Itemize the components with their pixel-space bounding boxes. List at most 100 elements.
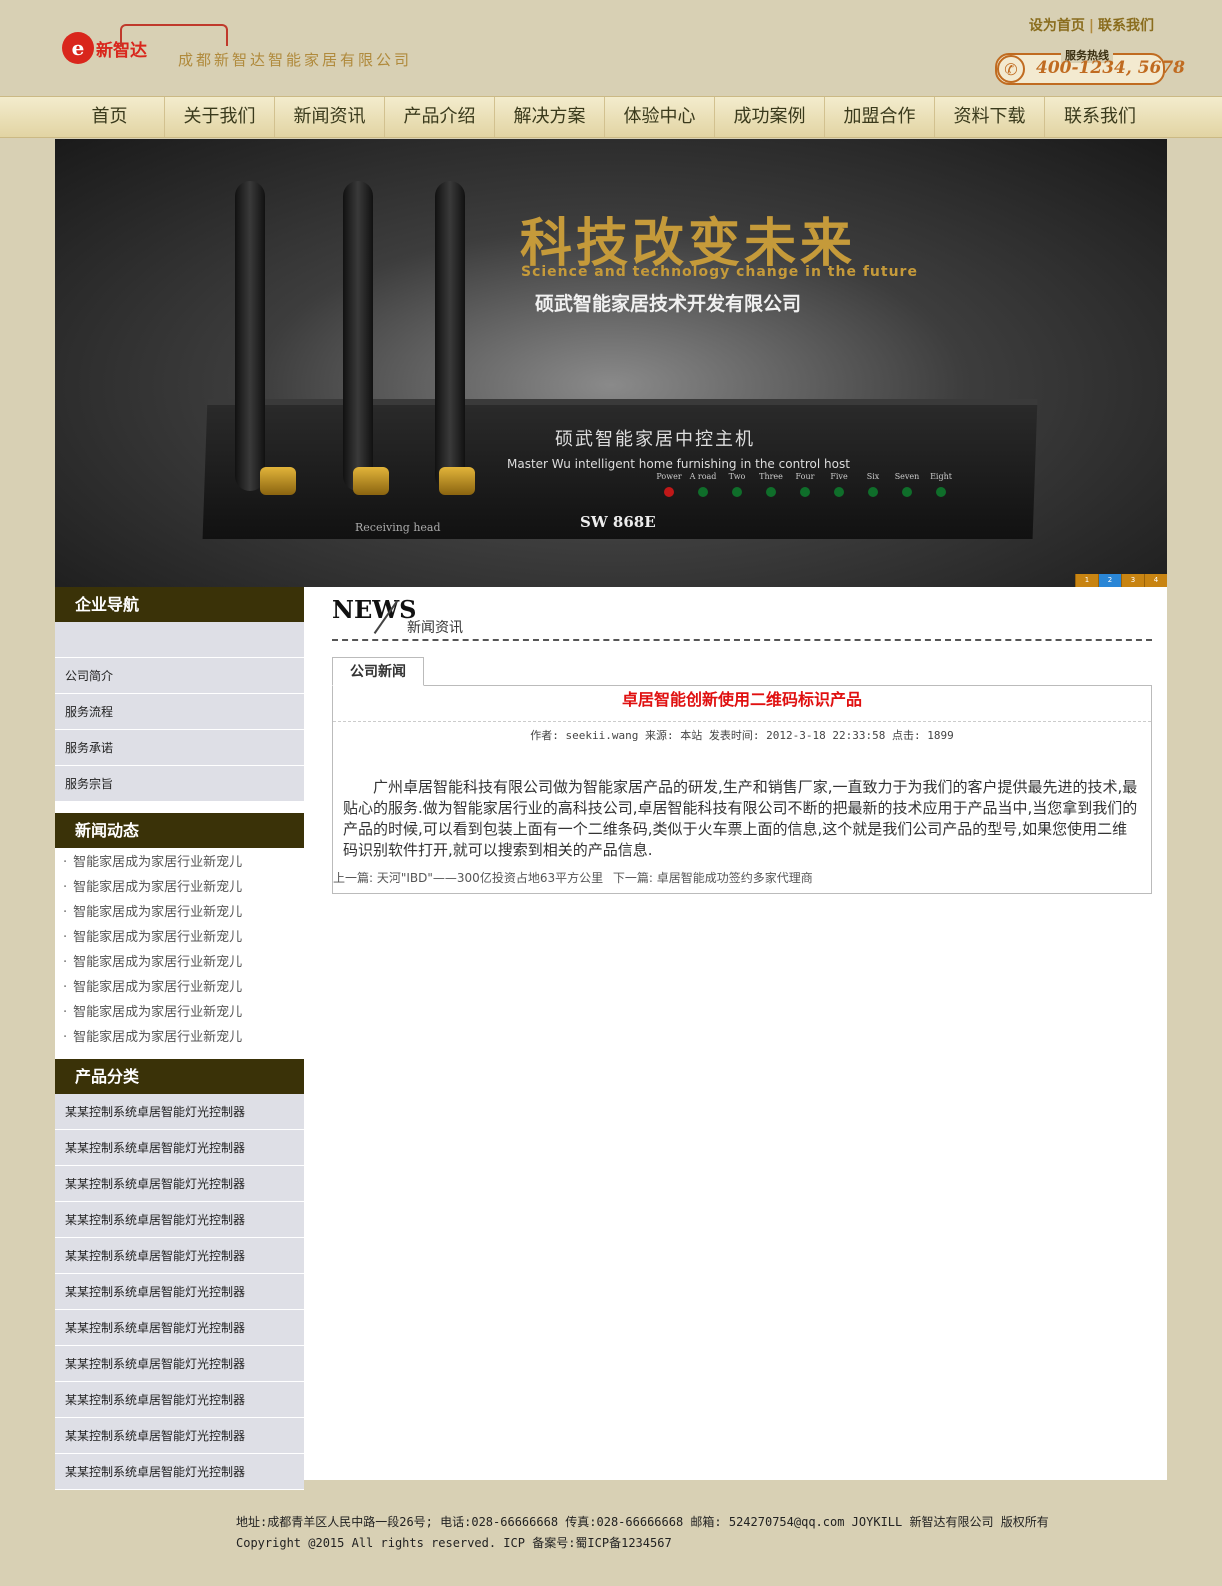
- led-indicator: Three: [759, 472, 783, 497]
- news-list-item[interactable]: 智能家居成为家居行业新宠儿: [55, 875, 304, 900]
- sidebar-nav-item-purpose[interactable]: 服务宗旨: [55, 766, 304, 802]
- product-category-item[interactable]: 某某控制系统卓居智能灯光控制器: [55, 1130, 304, 1166]
- sidebar-nav-item-intro[interactable]: 公司简介: [55, 658, 304, 694]
- nav-item-experience[interactable]: 体验中心: [605, 97, 715, 137]
- led-light-icon: [902, 487, 912, 497]
- antenna-base-icon: [260, 467, 296, 495]
- article-box: 卓居智能创新使用二维码标识产品 作者: seekii.wang 来源: 本站 发…: [332, 685, 1152, 894]
- led-indicator: Seven: [895, 472, 919, 497]
- section-title-en: NEWS: [332, 595, 417, 624]
- sidebar-nav-item[interactable]: [55, 622, 304, 658]
- device-receiver-label: Receiving head: [355, 521, 441, 534]
- main-column: NEWS 新闻资讯 公司新闻 卓居智能创新使用二维码标识产品 作者: seeki…: [332, 587, 1152, 894]
- news-list-item[interactable]: 智能家居成为家居行业新宠儿: [55, 1025, 304, 1050]
- product-category-item[interactable]: 某某控制系统卓居智能灯光控制器: [55, 1418, 304, 1454]
- set-homepage-link[interactable]: 设为首页: [1029, 18, 1085, 34]
- led-light-icon: [834, 487, 844, 497]
- prev-article-link[interactable]: 上一篇: 天河"IBD"——300亿投资占地63平方公里: [333, 871, 603, 885]
- sidebar-news-title: 新闻动态: [55, 813, 304, 848]
- led-indicator: Four: [796, 472, 814, 497]
- slider-dot[interactable]: 4: [1144, 574, 1167, 587]
- led-indicator: A road: [690, 472, 716, 497]
- led-label: Seven: [894, 472, 920, 481]
- led-label: Five: [830, 472, 848, 481]
- logo-e-icon: e: [62, 32, 94, 64]
- product-category-item[interactable]: 某某控制系统卓居智能灯光控制器: [55, 1382, 304, 1418]
- antenna-icon: [343, 181, 373, 491]
- news-list-item[interactable]: 智能家居成为家居行业新宠儿: [55, 975, 304, 1000]
- nav-item-solutions[interactable]: 解决方案: [495, 97, 605, 137]
- led-row: Power A road Two Three Four Five Six Seven Eight: [656, 472, 952, 497]
- led-label: Power: [656, 472, 682, 481]
- led-label: Four: [795, 472, 815, 481]
- led-indicator: Eight: [930, 472, 952, 497]
- top-links: 设为首页 | 联系我们: [1029, 15, 1154, 35]
- logo-roof-icon: [120, 24, 228, 46]
- led-indicator: Power: [656, 472, 682, 497]
- led-label: Two: [728, 472, 746, 481]
- nav-item-products[interactable]: 产品介绍: [385, 97, 495, 137]
- nav-item-news[interactable]: 新闻资讯: [275, 97, 385, 137]
- sidebar-nav-item-process[interactable]: 服务流程: [55, 694, 304, 730]
- product-category-item[interactable]: 某某控制系统卓居智能灯光控制器: [55, 1166, 304, 1202]
- antenna-icon: [235, 181, 265, 491]
- main-nav: 首页 关于我们 新闻资讯 产品介绍 解决方案 体验中心 成功案例 加盟合作 资料…: [0, 96, 1222, 138]
- product-category-item[interactable]: 某某控制系统卓居智能灯光控制器: [55, 1238, 304, 1274]
- news-list-item[interactable]: 智能家居成为家居行业新宠儿: [55, 925, 304, 950]
- antenna-base-icon: [353, 467, 389, 495]
- banner-subtitle: Science and technology change in the fut…: [521, 264, 918, 280]
- led-light-icon: [868, 487, 878, 497]
- sidebar-nav-title: 企业导航: [55, 587, 304, 622]
- section-title-cn: 新闻资讯: [407, 620, 463, 636]
- led-light-icon: [698, 487, 708, 497]
- article-meta: 作者: seekii.wang 来源: 本站 发表时间: 2012-3-18 2…: [530, 729, 954, 742]
- logo[interactable]: e 新智达: [62, 24, 228, 64]
- led-light-icon: [766, 487, 776, 497]
- news-list-item[interactable]: 智能家居成为家居行业新宠儿: [55, 900, 304, 925]
- nav-item-downloads[interactable]: 资料下载: [935, 97, 1045, 137]
- slider-dot[interactable]: 3: [1121, 574, 1144, 587]
- led-label: Six: [866, 472, 880, 481]
- link-separator: |: [1088, 18, 1094, 34]
- nav-item-cases[interactable]: 成功案例: [715, 97, 825, 137]
- news-list-item[interactable]: 智能家居成为家居行业新宠儿: [55, 950, 304, 975]
- sidebar-nav-item-promise[interactable]: 服务承诺: [55, 730, 304, 766]
- footer-copyright: Copyright @2015 All rights reserved. ICP…: [236, 1536, 672, 1550]
- next-article-link[interactable]: 下一篇: 卓居智能成功签约多家代理商: [613, 871, 813, 885]
- news-list-item[interactable]: 智能家居成为家居行业新宠儿: [55, 1000, 304, 1025]
- footer: 地址:成都青羊区人民中路一段26号; 电话:028-66666668 传真:02…: [236, 1512, 1049, 1554]
- led-label: A road: [689, 472, 717, 481]
- product-category-item[interactable]: 某某控制系统卓居智能灯光控制器: [55, 1274, 304, 1310]
- article-body: 广州卓居智能科技有限公司做为智能家居产品的研发,生产和销售厂家,一直致力于为我们…: [343, 778, 1138, 859]
- nav-item-contact[interactable]: 联系我们: [1045, 97, 1155, 137]
- sidebar-product-title: 产品分类: [55, 1059, 304, 1094]
- contact-us-link[interactable]: 联系我们: [1098, 18, 1154, 34]
- article-title: 卓居智能创新使用二维码标识产品: [333, 686, 1151, 722]
- nav-item-about[interactable]: 关于我们: [165, 97, 275, 137]
- article-pagination: 上一篇: 天河"IBD"——300亿投资占地63平方公里 下一篇: 卓居智能成功…: [333, 869, 1151, 886]
- header: e 新智达 成都新智达智能家居有限公司 设为首页 | 联系我们 服务热线 ✆ 400…: [0, 0, 1222, 96]
- sidebar: 企业导航 公司简介 服务流程 服务承诺 服务宗旨 新闻动态 智能家居成为家居行业…: [55, 587, 304, 1490]
- led-light-icon: [800, 487, 810, 497]
- product-category-item[interactable]: 某某控制系统卓居智能灯光控制器: [55, 1094, 304, 1130]
- nav-item-franchise[interactable]: 加盟合作: [825, 97, 935, 137]
- led-label: Three: [759, 472, 783, 481]
- led-light-icon: [936, 487, 946, 497]
- device-model-label: SW 868E: [580, 513, 656, 531]
- device-en-label: Master Wu intelligent home furnishing in…: [507, 457, 850, 471]
- product-category-item[interactable]: 某某控制系统卓居智能灯光控制器: [55, 1202, 304, 1238]
- nav-item-home[interactable]: 首页: [55, 97, 165, 137]
- sidebar-news-list: 智能家居成为家居行业新宠儿 智能家居成为家居行业新宠儿 智能家居成为家居行业新宠…: [55, 848, 304, 1059]
- footer-contact: 地址:成都青羊区人民中路一段26号; 电话:028-66666668 传真:02…: [236, 1515, 1049, 1529]
- product-category-item[interactable]: 某某控制系统卓居智能灯光控制器: [55, 1346, 304, 1382]
- slider-dot-active[interactable]: 2: [1098, 574, 1121, 587]
- led-light-icon: [732, 487, 742, 497]
- banner-company: 硕武智能家居技术开发有限公司: [535, 293, 802, 315]
- product-category-item[interactable]: 某某控制系统卓居智能灯光控制器: [55, 1310, 304, 1346]
- news-list-item[interactable]: 智能家居成为家居行业新宠儿: [55, 850, 304, 875]
- tab-company-news[interactable]: 公司新闻: [332, 657, 424, 686]
- product-category-item[interactable]: 某某控制系统卓居智能灯光控制器: [55, 1454, 304, 1490]
- led-indicator: Six: [867, 472, 879, 497]
- hero-banner[interactable]: 科技改变未来 Science and technology change in …: [55, 139, 1167, 587]
- slider-dot[interactable]: 1: [1075, 574, 1098, 587]
